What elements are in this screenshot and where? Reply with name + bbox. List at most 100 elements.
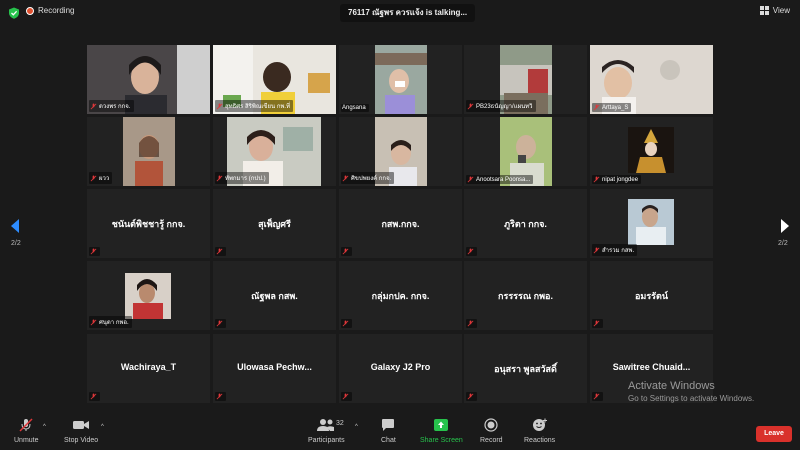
participant-tile[interactable]: อนุสรา พูลสวัสดิ์ xyxy=(464,334,587,403)
share-screen-label: Share Screen xyxy=(420,437,463,444)
participant-tile[interactable]: สุทธิศร สิริพิณเขียน กพ.ที่ xyxy=(213,45,336,114)
participant-tile[interactable]: ดวงพร กกจ. xyxy=(87,45,210,114)
security-shield-icon[interactable] xyxy=(8,7,20,19)
participant-label xyxy=(89,247,100,256)
participant-tile[interactable]: ชนันต์พิชชารู้ กกจ. xyxy=(87,189,210,258)
participant-tile[interactable]: ทัพกมาร (กปป.) xyxy=(213,117,336,186)
muted-mic-icon xyxy=(467,248,474,255)
participant-tile[interactable]: สุเพ็ญศรี xyxy=(213,189,336,258)
muted-mic-icon xyxy=(467,320,474,327)
participant-name: กลุ่มกปค. กกจ. xyxy=(371,291,430,301)
muted-mic-icon xyxy=(467,393,474,400)
participant-tile[interactable]: อมรรัตน์ xyxy=(590,261,713,330)
muted-mic-icon xyxy=(467,102,474,109)
participants-icon xyxy=(317,419,335,431)
meeting-toolbar: Unmute ^ Stop Video ^ Participants 32 ^ … xyxy=(0,414,800,450)
muted-mic-icon xyxy=(467,176,474,183)
participant-label: ทัพกมาร (กปป.) xyxy=(215,172,269,184)
participant-label xyxy=(341,319,352,328)
participant-tile[interactable]: nipat jongdee xyxy=(590,117,713,186)
participant-label xyxy=(466,319,477,328)
participant-name: Sawitree Chuaid... xyxy=(612,362,691,372)
muted-mic-icon xyxy=(342,393,349,400)
muted-mic-icon xyxy=(90,174,97,181)
view-label: View xyxy=(772,6,790,15)
participant-label: PB23ธนัญญา/แผนทวิ xyxy=(466,100,536,112)
chat-button[interactable]: Chat xyxy=(381,418,396,444)
participant-name: สำรวม กสพ. xyxy=(602,248,635,254)
previous-page-button[interactable] xyxy=(10,218,20,239)
participant-tile[interactable]: Anootsara Poonsa... xyxy=(464,117,587,186)
participant-name: ผวว xyxy=(99,176,110,182)
triangle-left-icon xyxy=(11,219,19,233)
participants-label: Participants xyxy=(308,437,345,444)
reactions-button[interactable]: Reactions xyxy=(524,418,555,444)
participant-tile[interactable]: Angsana xyxy=(339,45,462,114)
participant-label xyxy=(215,392,226,401)
participant-tile[interactable]: ผวว xyxy=(87,117,210,186)
participant-name: Ulowasa Pechw... xyxy=(237,362,312,372)
top-bar: Recording 76117 ณัฐพร ควรแจ้ง is talking… xyxy=(0,0,800,26)
participant-label: ดวงพร กกจ. xyxy=(89,100,134,112)
unmute-button[interactable]: Unmute xyxy=(14,418,39,444)
leave-button[interactable]: Leave xyxy=(756,426,792,442)
participant-tile[interactable]: Wachiraya_T xyxy=(87,334,210,403)
muted-mic-icon xyxy=(342,320,349,327)
muted-mic-icon xyxy=(342,248,349,255)
muted-mic-icon xyxy=(593,104,600,111)
participant-tile[interactable]: Galaxy J2 Pro xyxy=(339,334,462,403)
reactions-label: Reactions xyxy=(524,437,556,444)
participant-tile[interactable]: สำรวม กสพ. xyxy=(590,189,713,258)
recording-label: Recording xyxy=(38,6,75,15)
participant-tile[interactable]: ภูริตา กกจ. xyxy=(464,189,587,258)
video-camera-icon xyxy=(73,421,90,429)
participant-label: Arttaya_S xyxy=(592,103,632,112)
participant-label: nipat jongdee xyxy=(592,175,642,184)
muted-mic-icon xyxy=(216,248,223,255)
participant-label: สำรวม กสพ. xyxy=(592,244,638,256)
participant-tile[interactable]: กรรรรณ กพอ. xyxy=(464,261,587,330)
muted-mic-icon xyxy=(593,176,600,183)
next-page-button[interactable] xyxy=(780,218,790,239)
active-speaker-banner: 76117 ณัฐพร ควรแจ้ง is talking... xyxy=(340,4,476,22)
participant-tile[interactable]: ศนุดา กพอ. xyxy=(87,261,210,330)
participant-count-badge: 32 xyxy=(336,420,344,427)
smiley-plus-icon xyxy=(532,418,547,431)
participant-tile[interactable]: Ulowasa Pechw... xyxy=(213,334,336,403)
recording-indicator[interactable]: Recording xyxy=(26,6,74,15)
audio-options-caret-icon[interactable]: ^ xyxy=(43,424,46,430)
participant-tile[interactable]: กสพ.กกจ. xyxy=(339,189,462,258)
participants-options-caret-icon[interactable]: ^ xyxy=(355,424,358,430)
participant-tile[interactable]: ณัฐพล กสพ. xyxy=(213,261,336,330)
participant-tile[interactable]: กลุ่มกปค. กกจ. xyxy=(339,261,462,330)
share-screen-icon xyxy=(434,419,449,431)
participant-name: nipat jongdee xyxy=(602,176,639,183)
participant-label xyxy=(592,319,603,328)
muted-mic-icon xyxy=(90,248,97,255)
stop-video-button[interactable]: Stop Video xyxy=(64,418,98,444)
participant-name: อมรรัตน์ xyxy=(634,291,668,301)
muted-mic-icon xyxy=(90,102,97,109)
participant-label: ผวว xyxy=(89,172,113,184)
stop-video-label: Stop Video xyxy=(64,437,99,444)
participant-label: สุทธิศร สิริพิณเขียน กพ.ที่ xyxy=(215,100,294,112)
record-label: Record xyxy=(480,437,503,444)
participant-label: ศิขปพยงค์ กกจ. xyxy=(341,172,395,184)
participant-tile[interactable]: ศิขปพยงค์ กกจ. xyxy=(339,117,462,186)
participant-tile[interactable]: PB23ธนัญญา/แผนทวิ xyxy=(464,45,587,114)
participant-tile[interactable]: Arttaya_S xyxy=(590,45,713,114)
participant-name: Galaxy J2 Pro xyxy=(370,362,431,372)
record-button[interactable]: Record xyxy=(480,418,503,444)
chat-bubble-icon xyxy=(382,419,395,431)
muted-mic-icon xyxy=(342,174,349,181)
muted-mic-icon xyxy=(216,320,223,327)
video-options-caret-icon[interactable]: ^ xyxy=(101,424,104,430)
participant-name: กรรรรณ กพอ. xyxy=(498,291,553,301)
page-indicator-left: 2/2 xyxy=(11,240,21,247)
participant-name: ศิขปพยงค์ กกจ. xyxy=(351,176,392,182)
watermark-title: Activate Windows xyxy=(628,380,715,392)
participant-name: ณัฐพล กสพ. xyxy=(251,291,298,301)
share-screen-button[interactable]: Share Screen xyxy=(420,418,463,444)
view-button[interactable]: View xyxy=(759,6,790,15)
muted-mic-icon xyxy=(593,320,600,327)
